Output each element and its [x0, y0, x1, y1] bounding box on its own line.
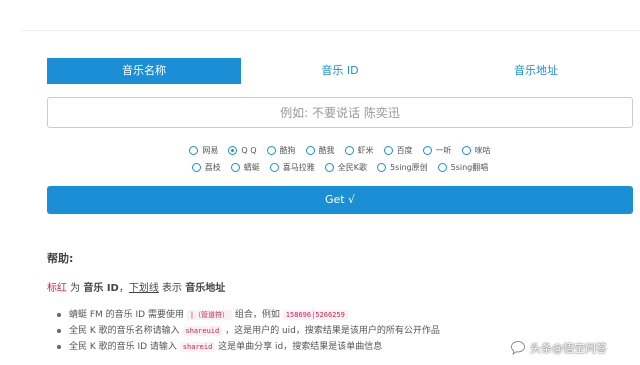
- radio-button[interactable]: [191, 163, 201, 172]
- watermark: 头条@悟空问答: [510, 340, 607, 356]
- radio-button[interactable]: [383, 146, 393, 155]
- source-label: 5sing翻唱: [450, 163, 489, 172]
- chat-bubble-icon: [511, 341, 525, 355]
- source-label: 酷我: [318, 146, 335, 155]
- source-selector: 网易 Q Q 酷狗 酷我 虾米 百度 一听 咪咕 荔枝 蜻蜓 喜马拉雅 全民K歌 5sing原创 5si…: [47, 142, 633, 176]
- code-snippet: shareuid: [182, 326, 223, 336]
- radio-button[interactable]: [228, 146, 238, 155]
- help-text: 全民 K 歌的音乐 ID 请输入: [69, 342, 180, 352]
- source-label: 网易: [202, 146, 219, 155]
- list-item: 全民 K 歌的音乐 ID 请输入 shareid 这是单曲分享 id，搜索结果是…: [56, 339, 440, 355]
- source-label: 荔枝: [204, 163, 221, 172]
- source-label: 咪咕: [474, 146, 491, 155]
- help-text: 组合，例如: [232, 310, 283, 320]
- search-input[interactable]: [47, 97, 633, 128]
- radio-button[interactable]: [422, 146, 432, 155]
- source-option[interactable]: 全民K歌: [324, 162, 367, 173]
- legend-music-id: 音乐 ID: [83, 283, 119, 294]
- source-label: 全民K歌: [337, 163, 367, 172]
- radio-button[interactable]: [376, 163, 386, 172]
- radio-button[interactable]: [305, 146, 315, 155]
- code-snippet: shareid: [179, 342, 216, 352]
- source-option[interactable]: 一听: [422, 145, 452, 156]
- source-label: 一听: [435, 146, 452, 155]
- search-mode-tabs: 音乐名称 音乐 ID 音乐地址: [47, 58, 633, 84]
- radio-button[interactable]: [266, 146, 276, 155]
- watermark-text: 头条@悟空问答: [530, 342, 607, 355]
- help-text: 全民 K 歌的音乐名称请输入: [69, 326, 183, 336]
- help-list: 蜻蜓 FM 的音乐 ID 需要使用 |（管道符） 组合，例如 158696|52…: [56, 307, 440, 355]
- source-option[interactable]: 蜻蜓: [230, 162, 260, 173]
- source-row-1: 网易 Q Q 酷狗 酷我 虾米 百度 一听 咪咕: [47, 142, 633, 159]
- legend-red-word: 标红: [47, 283, 67, 294]
- source-option[interactable]: Q Q: [228, 146, 257, 155]
- source-label: Q Q: [241, 146, 257, 155]
- help-legend: 标红 为 音乐 ID，下划线 表示 音乐地址: [47, 279, 225, 294]
- get-button[interactable]: Get √: [47, 186, 633, 214]
- radio-button[interactable]: [437, 163, 447, 172]
- source-option[interactable]: 酷我: [305, 145, 335, 156]
- source-option[interactable]: 喜马拉雅: [269, 162, 315, 173]
- list-item: 蜻蜓 FM 的音乐 ID 需要使用 |（管道符） 组合，例如 158696|52…: [56, 307, 440, 323]
- source-option[interactable]: 荔枝: [191, 162, 221, 173]
- radio-button[interactable]: [269, 163, 279, 172]
- source-label: 百度: [396, 146, 413, 155]
- source-option[interactable]: 5sing翻唱: [437, 162, 489, 173]
- legend-text: 表示: [158, 283, 186, 294]
- help-text: 蜻蜓 FM 的音乐 ID 需要使用: [69, 310, 187, 320]
- code-snippet: |（管道符）: [186, 310, 233, 320]
- help-title: 帮助:: [47, 252, 74, 265]
- help-text: ，这是用户的 uid，搜索结果是该用户的所有公开作品: [222, 326, 440, 336]
- top-divider: [22, 30, 640, 31]
- legend-text: 为: [67, 283, 84, 294]
- source-label: 5sing原创: [389, 163, 428, 172]
- radio-button[interactable]: [324, 163, 334, 172]
- source-option[interactable]: 百度: [383, 145, 413, 156]
- source-label: 喜马拉雅: [282, 163, 315, 172]
- tab-music-name[interactable]: 音乐名称: [47, 58, 241, 84]
- radio-button[interactable]: [189, 146, 199, 155]
- legend-text: ，: [118, 283, 129, 294]
- radio-button[interactable]: [461, 146, 471, 155]
- radio-button[interactable]: [344, 146, 354, 155]
- source-option[interactable]: 咪咕: [461, 145, 491, 156]
- list-item: 全民 K 歌的音乐名称请输入 shareuid ，这是用户的 uid，搜索结果是…: [56, 323, 440, 339]
- help-text: 这是单曲分享 id，搜索结果是该单曲信息: [215, 342, 383, 352]
- code-snippet: 158696|5266259: [282, 310, 348, 320]
- source-option[interactable]: 5sing原创: [376, 162, 428, 173]
- source-label: 虾米: [357, 146, 374, 155]
- tab-music-id[interactable]: 音乐 ID: [243, 58, 437, 84]
- tab-music-url[interactable]: 音乐地址: [439, 58, 633, 84]
- legend-underline-word: 下划线: [128, 283, 159, 294]
- legend-music-url: 音乐地址: [185, 283, 226, 294]
- source-label: 酷狗: [279, 146, 296, 155]
- source-label: 蜻蜓: [243, 163, 260, 172]
- source-option[interactable]: 网易: [189, 145, 218, 156]
- source-row-2: 荔枝 蜻蜓 喜马拉雅 全民K歌 5sing原创 5sing翻唱: [47, 159, 633, 176]
- source-option[interactable]: 酷狗: [266, 145, 296, 156]
- radio-button[interactable]: [230, 163, 240, 172]
- source-option[interactable]: 虾米: [344, 145, 374, 156]
